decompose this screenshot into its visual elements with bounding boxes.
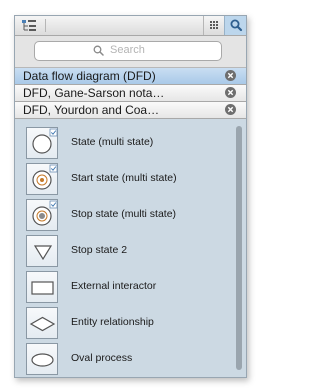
close-icon[interactable] — [225, 104, 236, 115]
close-icon[interactable] — [225, 87, 236, 98]
stop-state-multi-icon — [26, 199, 58, 231]
library-header-dfd[interactable]: Data flow diagram (DFD) — [15, 68, 246, 85]
close-icon[interactable] — [225, 70, 236, 81]
shape-item-start-state-multi[interactable]: Start state (multi state) — [15, 163, 230, 199]
shape-label: Start state (multi state) — [71, 172, 177, 184]
search-icon — [230, 19, 243, 32]
shape-label: Oval process — [71, 352, 133, 364]
grid-view-icon — [210, 21, 218, 29]
search-placeholder: Search — [110, 44, 145, 56]
diamond-icon — [26, 307, 58, 339]
shape-item-entity-relationship[interactable]: Entity relationship — [15, 307, 230, 343]
triangle-icon — [26, 235, 58, 267]
rectangle-icon — [26, 271, 58, 303]
search-area: Search — [15, 36, 246, 68]
library-label: DFD, Yourdon and Coa… — [23, 103, 160, 117]
shape-label: State (multi state) — [71, 136, 154, 148]
shape-item-stop-state-2[interactable]: Stop state 2 — [15, 235, 230, 271]
shape-label: Stop state 2 — [71, 244, 128, 256]
grid-view-button[interactable] — [203, 16, 224, 35]
library-label: DFD, Gane-Sarson nota… — [23, 86, 165, 100]
scrollbar[interactable] — [236, 126, 242, 370]
start-state-multi-icon — [26, 163, 58, 195]
shape-list: State (multi state) Start state (multi s… — [15, 123, 246, 377]
toolbar — [15, 16, 246, 36]
library-panel: Search Data flow diagram (DFD) DFD, Gane… — [14, 15, 247, 378]
library-header-gane-sarson[interactable]: DFD, Gane-Sarson nota… — [15, 85, 246, 102]
shape-label: Stop state (multi state) — [71, 208, 177, 220]
shape-item-oval-process[interactable]: Oval process — [15, 343, 230, 377]
oval-icon — [26, 343, 58, 375]
toolbar-separator — [45, 19, 46, 32]
shape-item-state-multi[interactable]: State (multi state) — [15, 127, 230, 163]
library-tree-button[interactable] — [17, 16, 41, 35]
search-input[interactable]: Search — [34, 41, 222, 61]
library-header-yourdon[interactable]: DFD, Yourdon and Coa… — [15, 102, 246, 119]
search-toggle-button[interactable] — [224, 16, 246, 35]
shape-item-stop-state-multi[interactable]: Stop state (multi state) — [15, 199, 230, 235]
shape-label: Entity relationship — [71, 316, 154, 328]
shape-item-external-interactor[interactable]: External interactor — [15, 271, 230, 307]
state-multi-icon — [26, 127, 58, 159]
shape-label: External interactor — [71, 280, 157, 292]
library-label: Data flow diagram (DFD) — [23, 69, 156, 83]
library-tree-icon — [22, 20, 36, 31]
search-icon — [93, 45, 104, 56]
